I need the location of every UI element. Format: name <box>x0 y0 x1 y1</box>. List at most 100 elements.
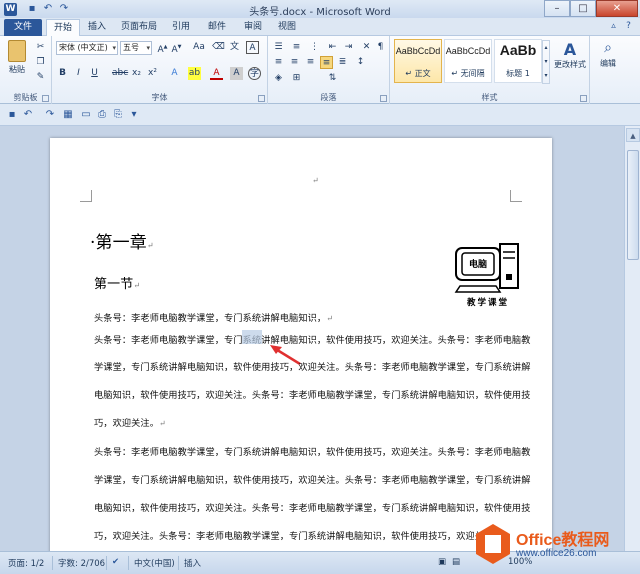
body-line-6[interactable]: 头条号：李老师电脑教学课堂，专门系统讲解电脑知识，软件使用技巧，欢迎关注。头条号… <box>94 444 531 458</box>
clipboard-launcher-icon[interactable] <box>42 95 49 102</box>
paragraph-launcher-icon[interactable] <box>380 95 387 102</box>
scrollbar-thumb[interactable] <box>627 150 639 260</box>
multilevel-list-icon[interactable]: ⋮ <box>308 41 321 54</box>
body-line-2[interactable]: 头条号：李老师电脑教学课堂，专门系统讲解电脑知识，软件使用技巧，欢迎关注。头条号… <box>94 332 531 346</box>
clipboard-group: 粘贴 ✂ ❐ ✎ 剪贴板 <box>0 36 52 104</box>
font-size-value: 五号 <box>123 43 139 52</box>
body-line-1[interactable]: 头条号：李老师电脑教学课堂，专门系统讲解电脑知识，↵ <box>94 310 333 324</box>
quick-print-icon[interactable]: ⎘ <box>112 109 124 121</box>
style-normal[interactable]: AaBbCcDd ↵ 正文 <box>394 39 442 83</box>
tab-page-layout[interactable]: 页面布局 <box>116 19 162 36</box>
enclose-char-icon[interactable]: 字 <box>248 67 261 80</box>
borders-icon[interactable]: ⊞ <box>290 72 303 85</box>
document-page[interactable]: ↵ ·第一章↵ 第一节↵ 电脑 教学课堂 头条号：李老师电脑教学课堂，专门系统讲… <box>50 138 552 551</box>
tab-view[interactable]: 视图 <box>272 19 302 36</box>
tab-references[interactable]: 引用 <box>166 19 196 36</box>
underline-icon[interactable]: U <box>88 67 101 80</box>
close-button[interactable]: ✕ <box>596 0 638 17</box>
scroll-up-icon[interactable]: ▲ <box>626 128 640 142</box>
change-case-button[interactable]: Aa <box>190 41 208 54</box>
line-spacing-icon[interactable]: ↕ <box>354 56 367 69</box>
cut-icon[interactable]: ✂ <box>34 41 47 54</box>
italic-icon[interactable]: I <box>72 67 85 80</box>
print-layout-icon[interactable]: ▣ <box>438 557 446 567</box>
font-size-select[interactable]: 五号 ▾ <box>120 41 152 55</box>
styles-launcher-icon[interactable] <box>580 95 587 102</box>
page-count[interactable]: 页面: 1/2 <box>8 557 44 569</box>
paste-button[interactable]: 粘贴 <box>6 40 28 80</box>
body-line-5[interactable]: 巧，欢迎关注。↵ <box>94 415 166 429</box>
justify-icon[interactable]: ≡ <box>320 56 333 69</box>
font-launcher-icon[interactable] <box>258 95 265 102</box>
status-divider <box>128 556 129 570</box>
tab-mailings[interactable]: 邮件 <box>202 19 232 36</box>
show-marks-icon[interactable]: ¶ <box>374 41 387 54</box>
body-line-7[interactable]: 学课堂，专门系统讲解电脑知识，软件使用技巧，欢迎关注。头条号：李老师电脑教学课堂… <box>94 472 531 486</box>
phonetic-guide-icon[interactable]: 文 <box>228 41 241 54</box>
tab-insert[interactable]: 插入 <box>82 19 112 36</box>
strikethrough-icon[interactable]: abc <box>112 67 128 80</box>
chevron-down-icon: ▾ <box>146 44 150 52</box>
distributed-icon[interactable]: ≣ <box>336 56 349 69</box>
minimize-ribbon-icon[interactable]: ▵ <box>608 21 619 32</box>
minimize-button[interactable]: – <box>544 0 570 17</box>
tab-home[interactable]: 开始 <box>46 19 80 36</box>
change-styles-button[interactable]: A 更改样式 <box>552 40 588 70</box>
document-area[interactable]: ↵ ·第一章↵ 第一节↵ 电脑 教学课堂 头条号：李老师电脑教学课堂，专门系统讲… <box>0 126 624 551</box>
format-painter-icon[interactable]: ✎ <box>34 71 47 84</box>
proofing-icon[interactable]: ✔ <box>112 557 119 567</box>
language-indicator[interactable]: 中文(中国) <box>134 557 175 569</box>
body-line-9[interactable]: 巧，欢迎关注。头条号：李老师电脑教学课堂，专门系统讲解电脑知识，软件使用技巧，欢… <box>94 528 503 542</box>
heading-2[interactable]: 第一节↵ <box>94 273 140 292</box>
chinese-layout-icon[interactable]: ✕ <box>360 41 373 54</box>
reading-layout-icon[interactable]: ▤ <box>452 557 460 567</box>
styles-group: AaBbCcDd ↵ 正文 AaBbCcDd ↵ 无间隔 AaBb 标题 1 ▴… <box>390 36 590 104</box>
editing-button[interactable]: ⌕ 编辑 <box>592 40 624 69</box>
bold-icon[interactable]: B <box>56 67 69 80</box>
undo-icon[interactable]: ↶ <box>22 109 34 121</box>
decrease-indent-icon[interactable]: ⇤ <box>326 41 339 54</box>
align-center-icon[interactable]: ≡ <box>288 56 301 69</box>
crop-mark <box>510 190 522 202</box>
redo-icon[interactable]: ↷ <box>44 109 56 121</box>
styles-scroll-icon[interactable]: ▴ ▾ ▾ <box>542 40 550 84</box>
style-no-spacing[interactable]: AaBbCcDd ↵ 无间隔 <box>444 39 492 83</box>
sort-icon[interactable]: ⇅ <box>326 72 339 85</box>
increase-indent-icon[interactable]: ⇥ <box>342 41 355 54</box>
body-line-8[interactable]: 电脑知识，软件使用技巧，欢迎关注。头条号：李老师电脑教学课堂，专门系统讲解电脑知… <box>94 500 531 514</box>
tab-file[interactable]: 文件 <box>4 19 42 36</box>
highlight-icon[interactable]: ab <box>188 67 201 80</box>
subscript-icon[interactable]: x₂ <box>130 67 143 80</box>
body-line-5-text: 巧，欢迎关注。 <box>94 418 160 429</box>
shading-icon[interactable]: ◈ <box>272 72 285 85</box>
heading-1[interactable]: ·第一章↵ <box>90 228 154 253</box>
grow-font-icon[interactable]: A▲ <box>156 41 169 55</box>
char-shading-icon[interactable]: A <box>230 67 243 80</box>
tab-review[interactable]: 审阅 <box>238 19 268 36</box>
font-name-select[interactable]: 宋体 (中文正) ▾ <box>56 41 118 55</box>
text-effects-icon[interactable]: A <box>168 67 181 80</box>
save-icon[interactable]: ▪ <box>6 109 18 121</box>
superscript-icon[interactable]: x² <box>146 67 159 80</box>
clear-format-icon[interactable]: ⌫ <box>212 41 225 54</box>
copy-icon[interactable]: ❐ <box>34 56 47 69</box>
align-left-icon[interactable]: ≡ <box>272 56 285 69</box>
table-icon[interactable]: ▦ <box>62 109 74 121</box>
print-preview-icon[interactable]: ⎙ <box>96 109 108 121</box>
insert-mode-indicator[interactable]: 插入 <box>184 557 201 569</box>
customize-qat-icon[interactable]: ▾ <box>128 109 140 121</box>
align-right-icon[interactable]: ≡ <box>304 56 317 69</box>
numbering-icon[interactable]: ≡ <box>290 41 303 54</box>
word-count[interactable]: 字数: 2/706 <box>58 557 105 569</box>
body-line-4[interactable]: 电脑知识，软件使用技巧，欢迎关注。头条号：李老师电脑教学课堂，专门系统讲解电脑知… <box>94 387 531 401</box>
bullets-icon[interactable]: ☰ <box>272 41 285 54</box>
font-color-icon[interactable]: A <box>210 67 223 80</box>
maximize-button[interactable]: □ <box>570 0 596 17</box>
help-icon[interactable]: ? <box>623 21 634 32</box>
vertical-scrollbar[interactable]: ▲ <box>624 126 640 551</box>
char-border-icon[interactable]: A <box>246 41 259 54</box>
body-line-3[interactable]: 学课堂，专门系统讲解电脑知识，软件使用技巧，欢迎关注。头条号：李老师电脑教学课堂… <box>94 359 531 373</box>
style-heading1[interactable]: AaBb 标题 1 <box>494 39 542 83</box>
shrink-font-icon[interactable]: A▼ <box>170 41 183 55</box>
open-folder-icon[interactable]: ▭ <box>80 109 92 121</box>
